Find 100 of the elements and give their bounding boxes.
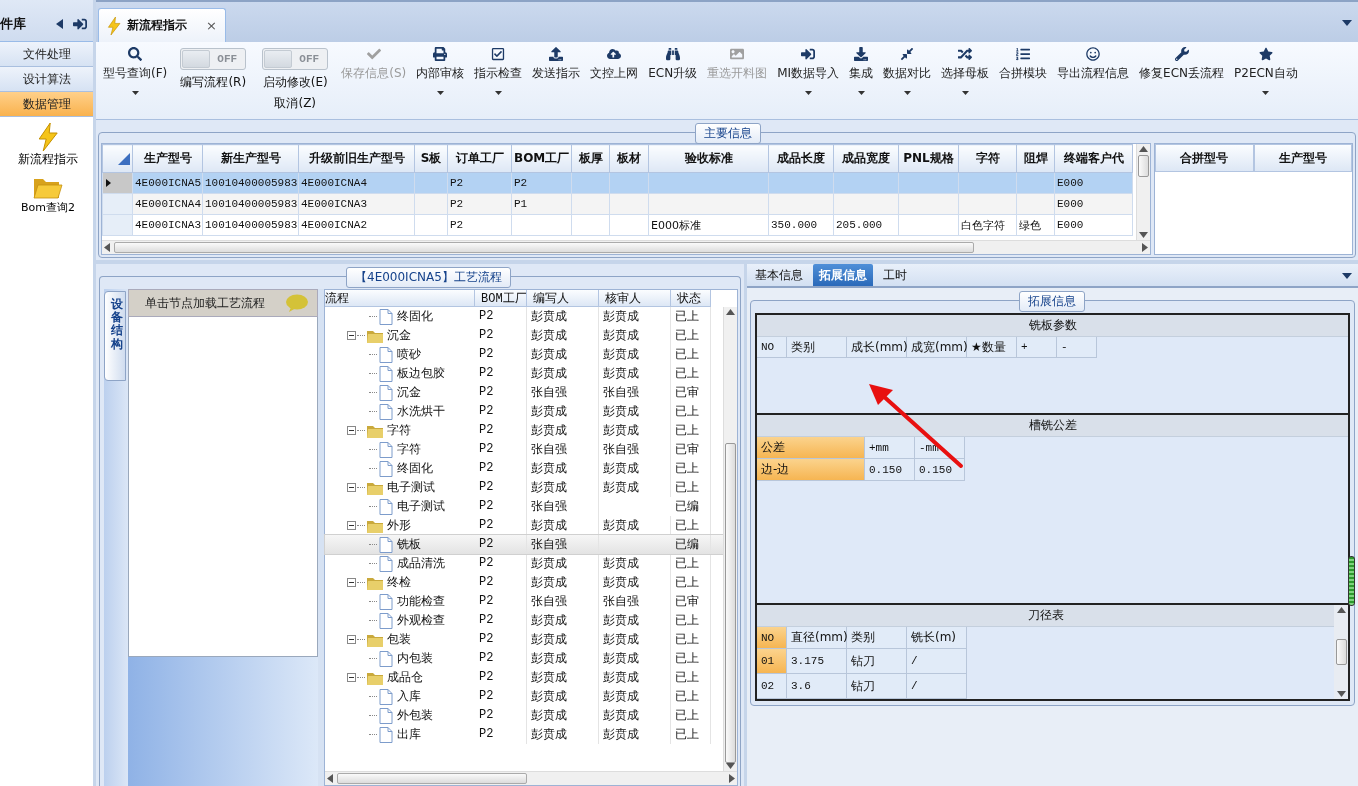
toolbar-button[interactable]: 导出流程信息	[1052, 42, 1135, 119]
column-header[interactable]: NO	[757, 337, 787, 358]
collapse-icon[interactable]	[56, 18, 63, 29]
tree-row[interactable]: 外观检查 P2 彭贲成 彭贲成 已上	[325, 611, 723, 630]
collapse-icon[interactable]	[347, 578, 356, 587]
collapse-icon[interactable]	[347, 483, 356, 492]
toolbar-button[interactable]: 内部审核	[411, 42, 470, 119]
tab[interactable]: 基本信息	[749, 264, 809, 286]
scroll-thumb[interactable]	[1138, 155, 1149, 177]
collapse-icon[interactable]	[347, 426, 356, 435]
nav-item[interactable]: 数据管理	[0, 92, 93, 117]
tree-row[interactable]: 铣板 P2 张自强 已编	[325, 535, 723, 554]
column-header[interactable]: 成品宽度	[833, 144, 899, 173]
toolbar-button[interactable]: ECN升级	[643, 42, 703, 119]
tree-row[interactable]: 电子测试 P2 彭贲成 彭贲成 已上	[325, 478, 723, 497]
nav-item[interactable]: 文件处理	[0, 42, 93, 67]
tree-row[interactable]: 字符 P2 张自强 张自强 已审	[325, 440, 723, 459]
column-header[interactable]: 成品长度	[768, 144, 834, 173]
tree-row[interactable]: 沉金 P2 张自强 张自强 已审	[325, 383, 723, 402]
tree-row[interactable]: 外包装 P2 彭贲成 彭贲成 已上	[325, 706, 723, 725]
column-header[interactable]: 成宽(mm)	[907, 337, 967, 358]
column-header[interactable]: S板	[414, 144, 448, 173]
toolbar-button[interactable]: P2ECN自动	[1229, 42, 1303, 119]
column-header[interactable]: 直径(mm)	[787, 627, 847, 649]
tree-row[interactable]: 内包装 P2 彭贲成 彭贲成 已上	[325, 649, 723, 668]
shortcut-button[interactable]: Bom查询2	[0, 170, 96, 217]
collapse-icon[interactable]	[347, 673, 356, 682]
tree-row[interactable]: 成品清洗 P2 彭贲成 彭贲成 已上	[325, 554, 723, 573]
toolbar-button[interactable]: 修复ECN丢流程	[1134, 42, 1230, 119]
column-header[interactable]: 板材	[609, 144, 649, 173]
column-header[interactable]: BOM工厂	[511, 144, 572, 173]
column-header[interactable]: +	[1017, 337, 1057, 358]
table-row[interactable]: 4E000ICNA5 10010400005983 4E000ICNA4 P2 P2 E000	[102, 172, 1133, 194]
column-header[interactable]: 订单工厂	[447, 144, 512, 173]
scroll-up-icon[interactable]	[1139, 146, 1148, 152]
collapse-icon[interactable]	[347, 331, 356, 340]
column-header[interactable]: BOM工厂	[475, 290, 527, 307]
column-header[interactable]: 类别	[847, 627, 907, 649]
column-header[interactable]: +mm	[865, 437, 915, 459]
tree-row[interactable]: 终检 P2 彭贲成 彭贲成 已上	[325, 573, 723, 592]
vertical-tab[interactable]: 设备结构	[104, 291, 126, 381]
scroll-right-icon[interactable]	[729, 774, 735, 783]
tree-row[interactable]: 喷砂 P2 彭贲成 彭贲成 已上	[325, 345, 723, 364]
column-header[interactable]: 核审人	[599, 290, 671, 307]
collapse-icon[interactable]	[347, 635, 356, 644]
toolbar-button[interactable]: 文控上网	[585, 42, 644, 119]
tree-row[interactable]: 功能检查 P2 张自强 张自强 已审	[325, 592, 723, 611]
column-header[interactable]: 编写人	[527, 290, 599, 307]
shortcut-button[interactable]: 新流程指示	[0, 117, 96, 170]
column-header[interactable]: 阻焊	[1016, 144, 1055, 173]
tree-row[interactable]: 终固化 P2 彭贲成 彭贲成 已上	[325, 459, 723, 478]
toolbar-button[interactable]: MI数据导入	[772, 42, 845, 119]
tree-row[interactable]: 沉金 P2 彭贲成 彭贲成 已上	[325, 326, 723, 345]
tree-row[interactable]: 终固化 P2 彭贲成 彭贲成 已上	[325, 307, 723, 326]
column-header[interactable]: 类别	[787, 337, 847, 358]
tree-row[interactable]: 水洗烘干 P2 彭贲成 彭贲成 已上	[325, 402, 723, 421]
tab[interactable]: 工时	[877, 264, 913, 286]
column-header[interactable]: 升级前旧生产型号	[298, 144, 415, 173]
scroll-thumb[interactable]	[725, 443, 736, 763]
tree-row[interactable]: 出库 P2 彭贲成 彭贲成 已上	[325, 725, 723, 744]
column-header[interactable]: NO	[757, 627, 787, 649]
toolbar-button[interactable]: 发送指示	[527, 42, 586, 119]
scrollbar[interactable]	[325, 771, 737, 785]
column-header[interactable]: 合拼型号	[1155, 144, 1254, 172]
scroll-right-icon[interactable]	[1142, 243, 1148, 252]
toolbar-button[interactable]: 集成	[844, 42, 879, 119]
scroll-down-icon[interactable]	[1139, 232, 1148, 238]
column-header[interactable]: 验收标准	[648, 144, 769, 173]
caret-icon[interactable]	[1342, 273, 1352, 279]
column-header[interactable]: 字符	[958, 144, 1017, 173]
column-header[interactable]: 新生产型号	[202, 144, 299, 173]
collapse-icon[interactable]	[347, 521, 356, 530]
toolbar-button[interactable]: 型号查询(F)	[98, 42, 173, 119]
column-header[interactable]: PNL规格	[898, 144, 959, 173]
nav-item[interactable]: 设计算法	[0, 67, 93, 92]
scrollbar[interactable]	[1136, 144, 1150, 240]
column-header[interactable]: 板厚	[571, 144, 610, 173]
column-header[interactable]: 流程	[325, 290, 475, 307]
column-header[interactable]: 终端客户代	[1054, 144, 1133, 173]
column-header[interactable]: ★数量	[967, 337, 1017, 358]
toolbar-button[interactable]: 合拼模块	[994, 42, 1053, 119]
tree-row[interactable]: 入库 P2 彭贲成 彭贲成 已上	[325, 687, 723, 706]
scroll-up-icon[interactable]	[726, 309, 735, 315]
table-row[interactable]: 4E000ICNA3 10010400005983 4E000ICNA2 P2 E000标准 350.000 205.000 白色字符 绿色 E000	[102, 214, 1133, 236]
column-header[interactable]: 铣长(m)	[907, 627, 967, 649]
table-row[interactable]: 4E000ICNA4 10010400005983 4E000ICNA3 P2 P1 E000	[102, 193, 1133, 215]
toolbar-button[interactable]: 选择母板	[936, 42, 995, 119]
scroll-down-icon[interactable]	[1336, 691, 1346, 697]
scroll-thumb[interactable]	[1335, 639, 1347, 665]
scrollbar[interactable]	[102, 240, 1150, 254]
tab[interactable]: 拓展信息	[813, 264, 873, 286]
column-header[interactable]: 生产型号	[132, 144, 203, 173]
document-tab[interactable]: 新流程指示 ×	[98, 8, 226, 42]
column-header[interactable]: -	[1057, 337, 1097, 358]
scrollbar[interactable]	[1334, 605, 1348, 699]
toolbar-button[interactable]: 数据对比	[878, 42, 937, 119]
column-header[interactable]: 状态	[671, 290, 711, 307]
tree-row[interactable]: 板边包胶 P2 彭贲成 彭贲成 已上	[325, 364, 723, 383]
column-header[interactable]: 公差	[757, 437, 865, 459]
column-header[interactable]: 生产型号	[1253, 144, 1352, 172]
